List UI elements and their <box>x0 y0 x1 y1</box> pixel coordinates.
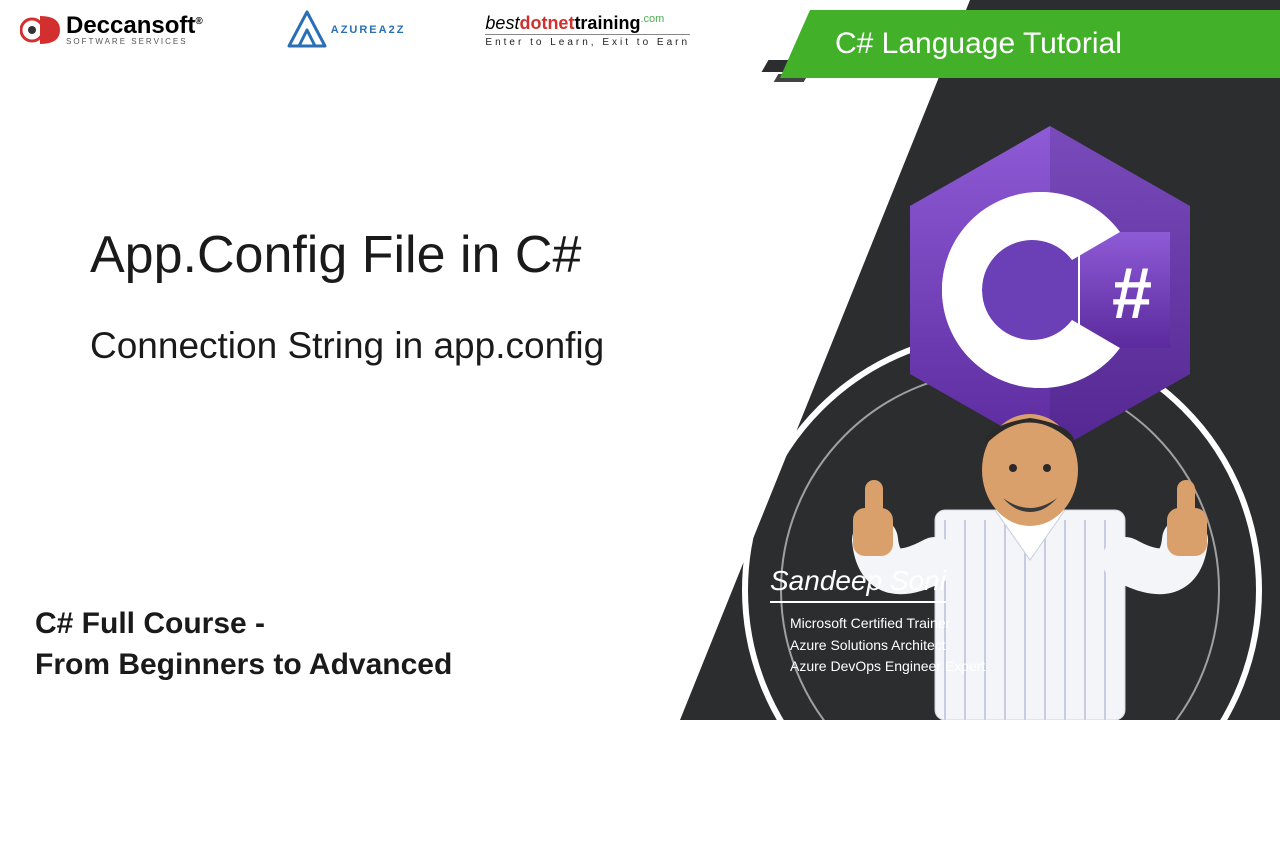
top-logo-bar: Deccansoft® SOFTWARE SERVICES AZUREA2Z b… <box>20 10 690 50</box>
course-tag: C# Full Course - From Beginners to Advan… <box>35 604 452 685</box>
azurea2z-label: AZUREA2Z <box>331 24 406 36</box>
deccansoft-sub: SOFTWARE SERVICES <box>66 38 203 46</box>
banner-text: C# Language Tutorial <box>835 27 1122 61</box>
deccansoft-name: Deccansoft <box>66 12 195 39</box>
deccansoft-icon <box>20 10 60 50</box>
presenter-name: Sandeep Soni <box>770 565 946 603</box>
presenter-info: Sandeep Soni Microsoft Certified Trainer… <box>710 565 1030 678</box>
azurea2z-logo: AZUREA2Z <box>283 10 406 50</box>
title-sub: Connection String in app.config <box>90 325 604 367</box>
banner: C# Language Tutorial <box>780 10 1280 78</box>
bdt-com: .com <box>640 13 664 25</box>
bdt-best: best <box>485 13 519 33</box>
bdt-tagline: Enter to Learn, Exit to Earn <box>485 34 690 48</box>
course-line-2: From Beginners to Advanced <box>35 645 452 686</box>
title-main: App.Config File in C# <box>90 225 604 285</box>
presenter-cred-2: Azure Solutions Architect <box>790 635 1030 657</box>
bdt-training: training <box>574 13 640 33</box>
bestdotnettraining-logo: bestdotnettraining.com Enter to Learn, E… <box>485 13 690 48</box>
titles: App.Config File in C# Connection String … <box>90 225 604 367</box>
azurea2z-icon <box>283 10 331 50</box>
deccansoft-logo: Deccansoft® SOFTWARE SERVICES <box>20 10 203 50</box>
course-line-1: C# Full Course - <box>35 604 452 645</box>
bdt-dotnet: dotnet <box>519 13 574 33</box>
presenter-cred-1: Microsoft Certified Trainer <box>790 613 1030 635</box>
presenter-cred-3: Azure DevOps Engineer Expert <box>790 656 1030 678</box>
svg-text:#: # <box>1112 254 1152 334</box>
